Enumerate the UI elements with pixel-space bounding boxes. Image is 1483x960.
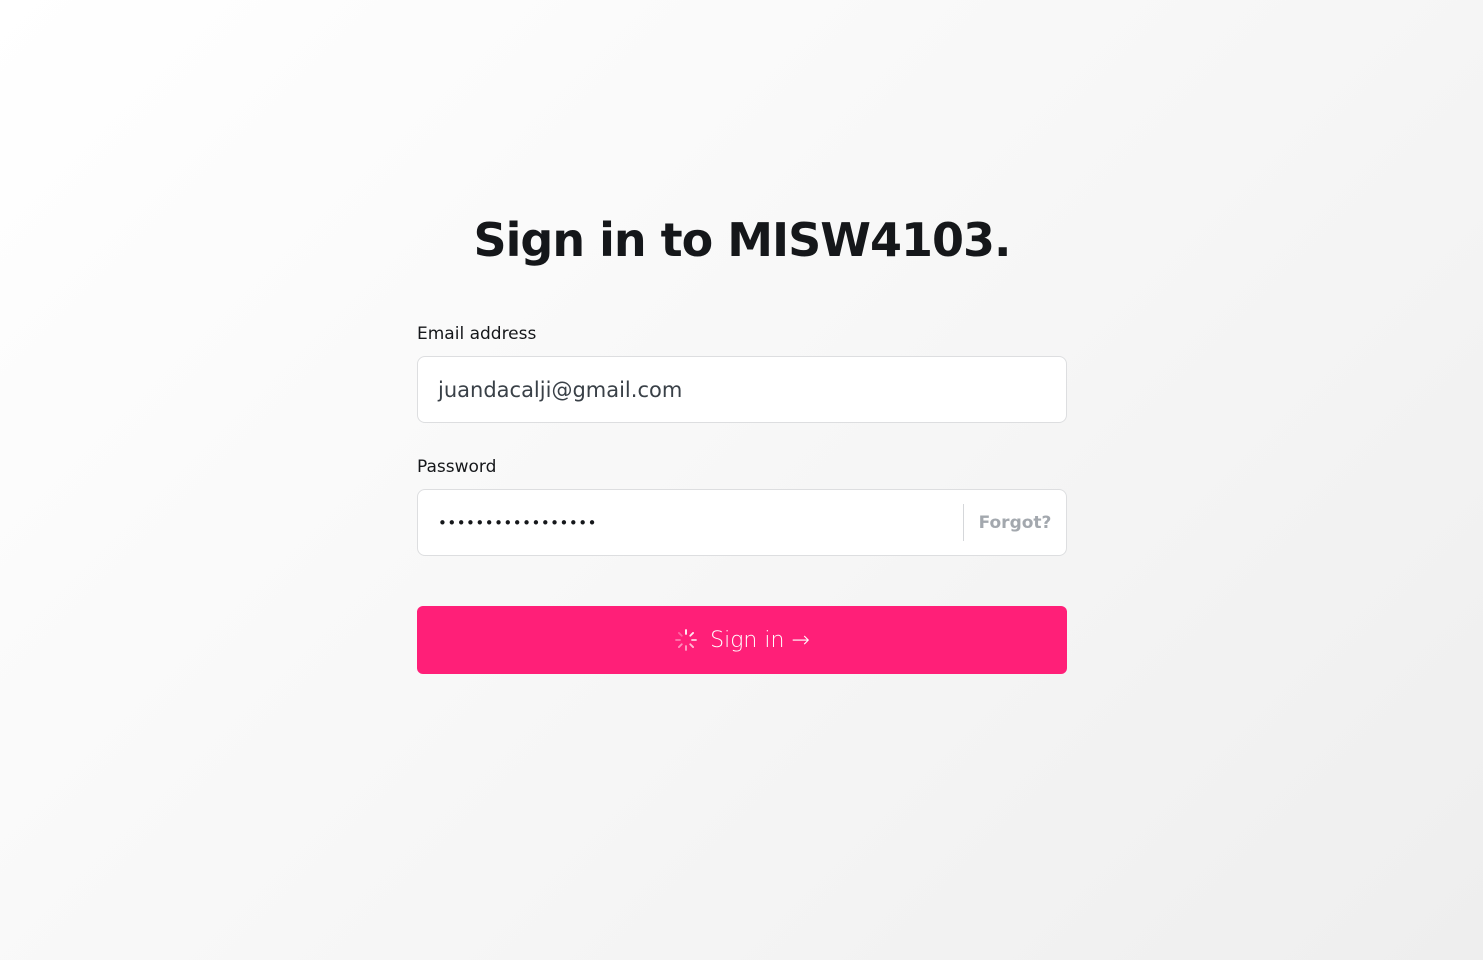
password-value[interactable]: ••••••••••••••••• bbox=[418, 514, 963, 532]
email-field[interactable]: juandacalji@gmail.com bbox=[417, 356, 1067, 423]
signin-button-label: Sign in → bbox=[710, 627, 810, 653]
forgot-password-link[interactable]: Forgot? bbox=[964, 513, 1066, 533]
email-label: Email address bbox=[417, 324, 537, 344]
password-label: Password bbox=[417, 457, 497, 477]
password-field[interactable]: ••••••••••••••••• Forgot? bbox=[417, 489, 1067, 556]
signin-button[interactable]: Sign in → bbox=[417, 606, 1067, 674]
signin-panel: Sign in to MISW4103. Email address juand… bbox=[417, 200, 1067, 674]
page-title: Sign in to MISW4103. bbox=[473, 213, 1012, 267]
spinner-icon bbox=[675, 629, 698, 651]
email-value[interactable]: juandacalji@gmail.com bbox=[418, 378, 682, 402]
